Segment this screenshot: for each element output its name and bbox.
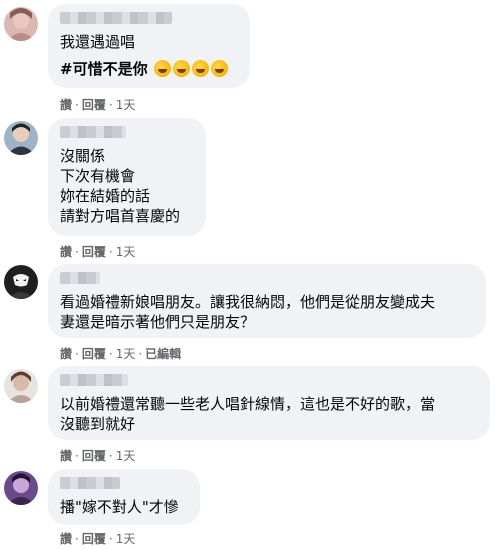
hashtag-link[interactable]: #可惜不是你 xyxy=(60,60,148,78)
comment-text: 妻還是暗示著他們只是朋友？ xyxy=(60,313,256,331)
comment-text: 沒聽到就好 xyxy=(60,415,136,433)
comment-bubble: 播"嫁不對人"才慘 xyxy=(48,469,200,525)
separator: · xyxy=(75,449,79,463)
comment-text: 我還遇過唱 xyxy=(60,33,136,51)
reply-button[interactable]: 回覆 xyxy=(82,243,106,260)
like-button[interactable]: 讚 xyxy=(60,530,72,547)
timestamp-link[interactable]: 1天 xyxy=(116,447,136,464)
timestamp-link[interactable]: 1天 xyxy=(116,530,136,547)
comment-text: 以前婚禮還常聽一些老人唱針線情，這也是不好的歌，當 xyxy=(60,395,436,413)
commenter-name[interactable] xyxy=(60,477,120,489)
comment-text: 看過婚禮新娘唱朋友。讓我很納悶，他們是從朋友變成夫 xyxy=(60,293,436,311)
comment-text: 妳在結婚的話 xyxy=(60,187,151,205)
reply-button[interactable]: 回覆 xyxy=(82,530,106,547)
commenter-name[interactable] xyxy=(60,126,126,138)
comment-actions: 讚 · 回覆 · 1天 xyxy=(60,243,135,260)
reply-button[interactable]: 回覆 xyxy=(82,96,106,113)
comment-text: #可惜不是你 xyxy=(60,59,238,79)
separator: · xyxy=(75,532,79,546)
avatar[interactable] xyxy=(4,369,38,403)
comment-actions: 讚 · 回覆 · 1天 xyxy=(60,96,135,113)
avatar[interactable] xyxy=(4,121,38,155)
avatar[interactable] xyxy=(4,265,38,299)
separator: · xyxy=(108,347,113,361)
edited-label[interactable]: 已編輯 xyxy=(145,345,181,362)
commenter-name[interactable] xyxy=(60,272,100,284)
rofl-emoji-icon xyxy=(211,60,229,77)
comment-bubble: 看過婚禮新娘唱朋友。讓我很納悶，他們是從朋友變成夫 妻還是暗示著他們只是朋友？ xyxy=(48,264,486,338)
comment-text: 沒關係 xyxy=(60,147,106,165)
avatar[interactable] xyxy=(4,7,38,41)
timestamp-link[interactable]: 1天 xyxy=(116,243,136,260)
comment-bubble: 以前婚禮還常聽一些老人唱針線情，這也是不好的歌，當 沒聽到就好 xyxy=(48,366,490,440)
rofl-emoji-icon xyxy=(192,60,210,77)
comment-actions: 讚 · 回覆 · 1天 · 已編輯 xyxy=(60,345,181,362)
commenter-name[interactable] xyxy=(60,12,172,24)
rofl-emoji-icon xyxy=(154,60,172,77)
separator: · xyxy=(108,449,113,463)
comment-actions: 讚 · 回覆 · 1天 xyxy=(60,530,135,547)
comment-actions: 讚 · 回覆 · 1天 xyxy=(60,447,135,464)
timestamp-link[interactable]: 1天 xyxy=(116,96,136,113)
commenter-name[interactable] xyxy=(60,374,128,386)
comment-bubble: 我還遇過唱 #可惜不是你 xyxy=(48,4,250,88)
comment-bubble: 沒關係 下次有機會 妳在結婚的話 請對方唱首喜慶的 xyxy=(48,118,206,236)
like-button[interactable]: 讚 xyxy=(60,96,72,113)
like-button[interactable]: 讚 xyxy=(60,243,72,260)
avatar[interactable] xyxy=(4,471,38,505)
separator: · xyxy=(75,245,79,259)
separator: · xyxy=(108,245,113,259)
like-button[interactable]: 讚 xyxy=(60,447,72,464)
rofl-emoji-icon xyxy=(173,60,191,77)
reply-button[interactable]: 回覆 xyxy=(82,447,106,464)
comment-text: 請對方唱首喜慶的 xyxy=(60,207,181,225)
reply-button[interactable]: 回覆 xyxy=(82,345,106,362)
separator: · xyxy=(108,98,113,112)
like-button[interactable]: 讚 xyxy=(60,345,72,362)
comment-text: 下次有機會 xyxy=(60,167,136,185)
separator: · xyxy=(75,98,79,112)
comment-text: 播"嫁不對人"才慘 xyxy=(60,498,179,516)
separator: · xyxy=(75,347,79,361)
separator: · xyxy=(108,532,113,546)
separator: · xyxy=(138,347,143,361)
timestamp-link[interactable]: 1天 xyxy=(116,345,136,362)
